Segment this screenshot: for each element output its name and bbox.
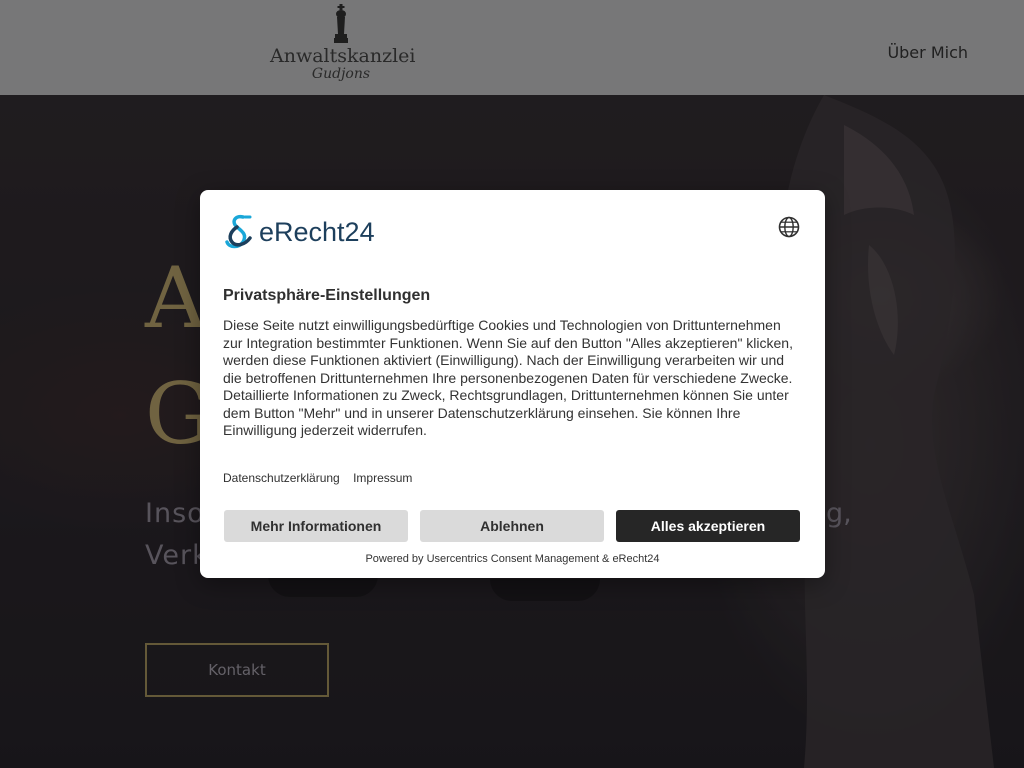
erecht24-logo-icon: [225, 214, 252, 249]
globe-icon[interactable]: [778, 216, 800, 238]
consent-dialog: eRecht24 Privatsphäre-Einstellungen Dies…: [200, 190, 825, 578]
more-information-button[interactable]: Mehr Informationen: [224, 510, 408, 542]
consent-title: Privatsphäre-Einstellungen: [223, 287, 431, 304]
deny-button[interactable]: Ablehnen: [420, 510, 604, 542]
consent-links: Datenschutzerklärung Impressum: [223, 471, 422, 485]
privacy-policy-link[interactable]: Datenschutzerklärung: [223, 471, 340, 485]
erecht24-logo: eRecht24: [223, 214, 393, 254]
imprint-link[interactable]: Impressum: [353, 471, 412, 485]
accept-all-button[interactable]: Alles akzeptieren: [616, 510, 800, 542]
powered-by-text: Powered by Usercentrics Consent Manageme…: [365, 553, 660, 565]
brand-name: eRecht24: [259, 217, 375, 247]
consent-description: Diese Seite nutzt einwilligungsbedürftig…: [223, 317, 793, 438]
